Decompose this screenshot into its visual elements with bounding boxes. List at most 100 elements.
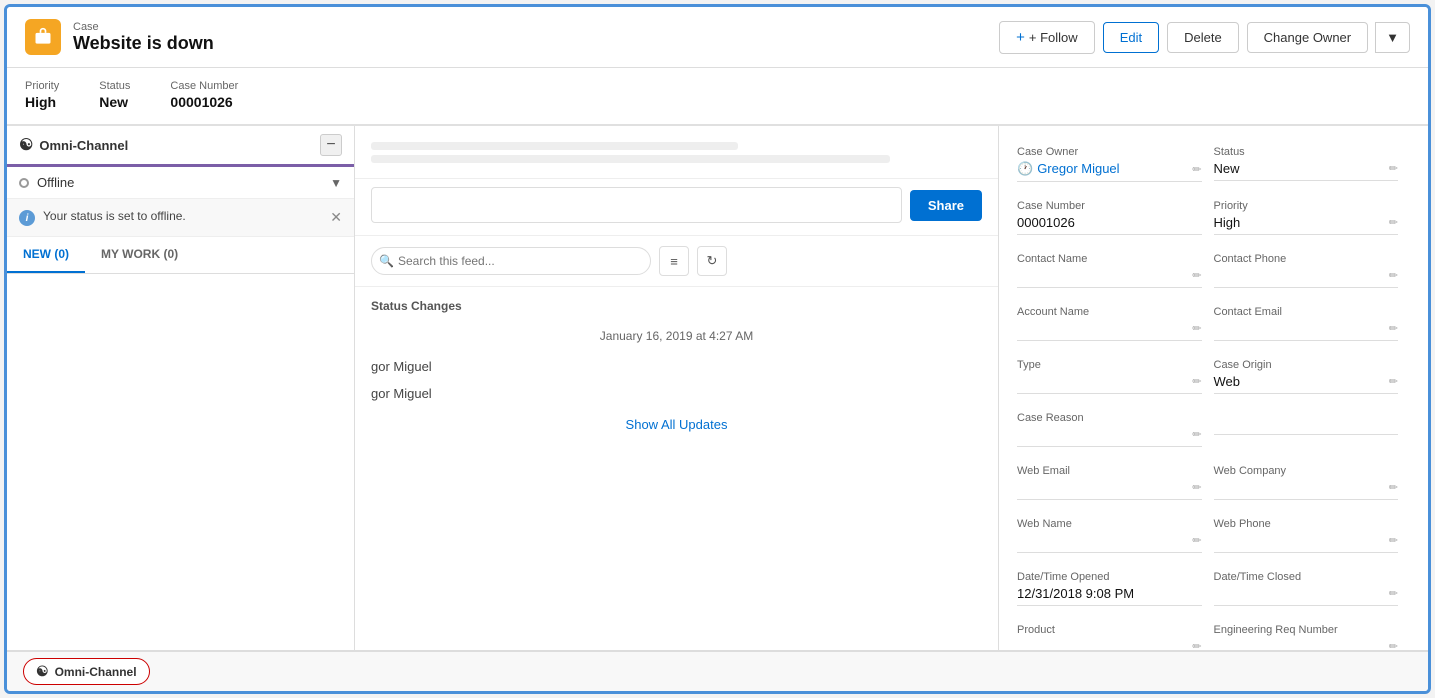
feed-refresh-button[interactable]: ↻ (697, 246, 727, 276)
field-value-8[interactable]: ✏ (1017, 374, 1202, 394)
field-value-16: 12/31/2018 9:08 PM (1017, 586, 1202, 606)
feed-section-title: Status Changes (355, 287, 998, 319)
field-label-17: Date/Time Closed (1214, 571, 1399, 583)
sidebar-field-19: Engineering Req Number ✏ (1214, 616, 1411, 650)
omni-content-area (7, 274, 354, 650)
offline-status-text: Offline (37, 175, 74, 190)
edit-pencil-18[interactable]: ✏ (1192, 640, 1201, 650)
feed-post-input[interactable] (371, 187, 902, 223)
sidebar-field-0: Case Owner 🕐Gregor Miguel ✏ (1017, 138, 1214, 192)
sidebar-field-14: Web Name ✏ (1017, 510, 1214, 563)
edit-pencil-17[interactable]: ✏ (1389, 587, 1398, 600)
edit-pencil-1[interactable]: ✏ (1389, 162, 1398, 175)
sidebar-field-5: Contact Phone✏ (1214, 245, 1411, 298)
edit-pencil-10[interactable]: ✏ (1192, 428, 1201, 441)
field-label-14: Web Name (1017, 518, 1202, 530)
feed-date-divider: January 16, 2019 at 4:27 AM (355, 319, 998, 353)
sidebar-field-18: Product✏ (1017, 616, 1214, 650)
tab-my-work[interactable]: MY WORK (0) (85, 237, 194, 273)
edit-pencil-13[interactable]: ✏ (1389, 481, 1398, 494)
offline-notice-text: Your status is set to offline. (43, 209, 322, 223)
case-number-label: Case Number (170, 80, 238, 92)
sidebar-field-2: Case Number 00001026 (1017, 192, 1214, 245)
sidebar-field-3: PriorityHigh✏ (1214, 192, 1411, 245)
right-sidebar: Case Owner🕐Gregor Miguel✏StatusNew✏Case … (998, 126, 1428, 650)
field-value-9[interactable]: Web✏ (1214, 374, 1399, 394)
feed-entry-2: gor Miguel (355, 380, 998, 407)
feed-search-input[interactable] (371, 247, 651, 275)
field-label-2: Case Number (1017, 200, 1202, 212)
notice-close-button[interactable]: ✕ (330, 209, 342, 226)
clock-icon-0: 🕐 (1017, 161, 1033, 176)
field-value-1[interactable]: New✏ (1214, 161, 1399, 181)
omni-channel-title: Omni-Channel (39, 138, 128, 153)
edit-pencil-4[interactable]: ✏ (1192, 269, 1201, 282)
edit-pencil-3[interactable]: ✏ (1389, 216, 1398, 229)
field-value-4[interactable]: ✏ (1017, 268, 1202, 288)
edit-pencil-12[interactable]: ✏ (1192, 481, 1201, 494)
sidebar-field-9: Case OriginWeb✏ (1214, 351, 1411, 404)
edit-pencil-5[interactable]: ✏ (1389, 269, 1398, 282)
breadcrumb: Case (73, 21, 214, 33)
follow-button[interactable]: + + Follow (999, 21, 1095, 54)
field-value-17[interactable]: ✏ (1214, 586, 1399, 606)
status-dropdown-icon[interactable]: ▼ (330, 176, 342, 190)
omni-channel-bottom-tag[interactable]: ☯ Omni-Channel (23, 658, 150, 685)
priority-label: Priority (25, 80, 59, 92)
edit-pencil-0[interactable]: ✏ (1192, 163, 1201, 176)
field-value-3[interactable]: High✏ (1214, 215, 1399, 235)
field-value-11 (1214, 415, 1399, 435)
field-label-4: Contact Name (1017, 253, 1202, 265)
field-label-12: Web Email (1017, 465, 1202, 477)
field-value-2: 00001026 (1017, 215, 1202, 235)
field-label-0: Case Owner (1017, 146, 1202, 158)
feed-search-icon: 🔍 (379, 254, 394, 268)
sidebar-field-4: Contact Name ✏ (1017, 245, 1214, 298)
edit-pencil-15[interactable]: ✏ (1389, 534, 1398, 547)
field-value-19[interactable]: ✏ (1214, 639, 1399, 650)
edit-pencil-14[interactable]: ✏ (1192, 534, 1201, 547)
sidebar-field-6: Account Name✏ (1017, 298, 1214, 351)
feed-entry-1: gor Miguel (355, 353, 998, 380)
sidebar-field-13: Web Company✏ (1214, 457, 1411, 510)
edit-pencil-8[interactable]: ✏ (1192, 375, 1201, 388)
field-value-10[interactable]: ✏ (1017, 427, 1202, 447)
omni-bottom-icon: ☯ (36, 663, 49, 680)
field-label-15: Web Phone (1214, 518, 1399, 530)
edit-pencil-6[interactable]: ✏ (1192, 322, 1201, 335)
edit-pencil-19[interactable]: ✏ (1389, 640, 1398, 650)
field-value-0[interactable]: 🕐Gregor Miguel ✏ (1017, 161, 1202, 182)
omni-bottom-label: Omni-Channel (55, 665, 137, 679)
meta-bar: Priority High Status New Case Number 000… (7, 68, 1428, 126)
field-value-5[interactable]: ✏ (1214, 268, 1399, 288)
omni-minimize-button[interactable]: − (320, 134, 342, 156)
sidebar-field-17: Date/Time Closed ✏ (1214, 563, 1411, 616)
tab-new[interactable]: NEW (0) (7, 237, 85, 273)
field-value-14[interactable]: ✏ (1017, 533, 1202, 553)
feed-text-input-area (355, 126, 998, 179)
change-owner-button[interactable]: Change Owner (1247, 22, 1368, 53)
info-icon: i (19, 210, 35, 226)
sidebar-field-15: Web Phone ✏ (1214, 510, 1411, 563)
field-label-19: Engineering Req Number (1214, 624, 1399, 636)
field-value-13[interactable]: ✏ (1214, 480, 1399, 500)
field-value-15[interactable]: ✏ (1214, 533, 1399, 553)
edit-pencil-9[interactable]: ✏ (1389, 375, 1398, 388)
offline-indicator (19, 178, 29, 188)
field-value-6[interactable]: ✏ (1017, 321, 1202, 341)
field-link-0[interactable]: 🕐Gregor Miguel (1017, 161, 1120, 176)
field-value-18[interactable]: ✏ (1017, 639, 1202, 650)
feed-filter-button[interactable]: ≡ (659, 246, 689, 276)
edit-button[interactable]: Edit (1103, 22, 1159, 53)
delete-button[interactable]: Delete (1167, 22, 1239, 53)
field-label-16: Date/Time Opened (1017, 571, 1202, 583)
sidebar-field-16: Date/Time Opened 12/31/2018 9:08 PM (1017, 563, 1214, 616)
header-dropdown-button[interactable]: ▼ (1375, 22, 1410, 53)
show-all-updates-link[interactable]: Show All Updates (355, 407, 998, 442)
field-value-12[interactable]: ✏ (1017, 480, 1202, 500)
edit-pencil-7[interactable]: ✏ (1389, 322, 1398, 335)
field-label-8: Type (1017, 359, 1202, 371)
omni-channel-panel: ☯ Omni-Channel − Offline ▼ i Your status… (7, 126, 355, 650)
field-value-7[interactable]: ✏ (1214, 321, 1399, 341)
share-button[interactable]: Share (910, 190, 982, 221)
